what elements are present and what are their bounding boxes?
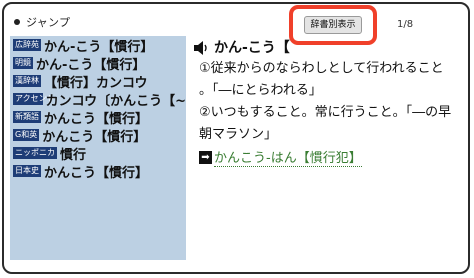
dictionary-tag: 明鏡 [13,57,33,69]
bullet-icon [14,19,20,25]
entry-item[interactable]: 日本史 かんこう【慣行】 [10,162,186,180]
entry-label: かんこう【慣行】 [44,165,149,181]
definition-panel: かん‐こう【 ①従来からのならわしとして行われること 。「―にとらわれる」 ②い… [193,36,455,260]
jump-header: ジャンプ [14,14,70,30]
entry-label: かんこう【慣行】 [42,129,147,145]
dictionary-tag: 日本史 [13,165,41,177]
headword: かん‐こう【 [214,40,290,56]
entry-item[interactable]: ニッポニカ 慣行 [10,144,186,162]
entry-item[interactable]: 新類語 かんこう【慣行】 [10,108,186,126]
speaker-icon[interactable] [193,40,209,55]
header-title: ジャンプ [26,16,71,29]
dict-view-button[interactable]: 辞書別表示 [304,16,362,34]
dictionary-tag: ニッポニカ [13,147,57,159]
entry-label: かん‐こう【慣行】 [36,57,146,73]
dictionary-tag: 新類語 [13,111,41,123]
dictionary-tag: 広辞苑 [13,39,41,51]
entry-label: 【慣行】カンコウ [44,75,148,91]
arrow-right-icon: ➡ [199,150,212,164]
headword-row: かん‐こう【 [193,36,455,58]
entry-item[interactable]: G和英 かんこう【慣行】 [10,126,186,144]
entry-label: かん‐こう【慣行】 [44,39,154,55]
entry-label: 慣行 [60,147,87,163]
definition-line: ②いつもすること。常に行うこと。「―の早 [199,105,452,120]
entry-item[interactable]: アクセント カンコウ〔かんこう【~ [10,90,186,108]
entry-label: カンコウ〔かんこう【~ [45,93,186,109]
related-link[interactable]: ➡ かんこう‐はん【慣行犯】 [199,146,455,168]
dictionary-entry-list: 広辞苑 かん‐こう【慣行】 明鏡 かん‐こう【慣行】 漢辞林 【慣行】カンコウ … [10,36,186,260]
entry-item[interactable]: 漢辞林 【慣行】カンコウ [10,72,186,90]
dictionary-tag: 漢辞林 [13,75,41,87]
definition-line: ①従来からのならわしとして行われること [199,61,444,76]
dictionary-tag: アクセント [13,93,55,105]
page-indicator: 1/8 [397,19,414,30]
related-link-label[interactable]: かんこう‐はん【慣行犯】 [214,147,362,167]
entry-label: かんこう【慣行】 [44,111,149,127]
entry-item[interactable]: 明鏡 かん‐こう【慣行】 [10,54,186,72]
definition-line: 朝マラソン」 [199,127,278,142]
definition-line: 。「―にとらわれる」 [199,83,322,98]
entry-item[interactable]: 広辞苑 かん‐こう【慣行】 [10,36,186,54]
dictionary-tag: G和英 [13,129,40,141]
